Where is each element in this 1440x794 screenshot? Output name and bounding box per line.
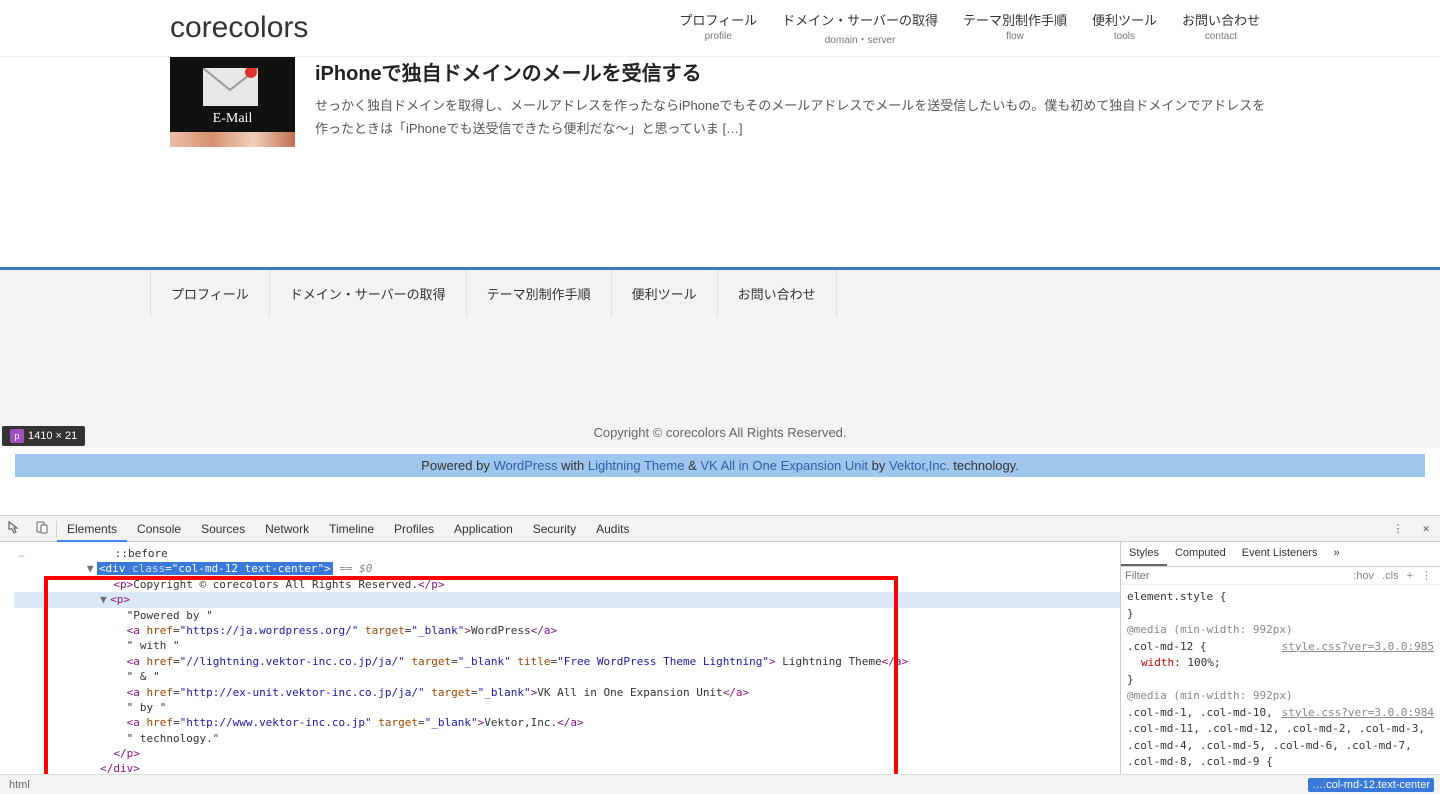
footer-nav-contact[interactable]: お問い合わせ — [718, 270, 837, 317]
tab-audits[interactable]: Audits — [586, 516, 639, 542]
rule-selector: .col-md-8, .col-md-9 { — [1127, 754, 1434, 771]
nav-sublabel: contact — [1182, 31, 1260, 42]
nav-sublabel: domain・server — [782, 31, 938, 46]
styles-tab-computed[interactable]: Computed — [1167, 542, 1234, 566]
dom-text: " & " — [127, 670, 160, 683]
footer-nav-profile[interactable]: プロフィール — [150, 270, 270, 317]
rule-selector: .col-md-4, .col-md-5, .col-md-6, .col-md… — [1127, 738, 1434, 755]
dom-text: " technology." — [127, 732, 220, 745]
tab-profiles[interactable]: Profiles — [384, 516, 444, 542]
footer-nav: プロフィール ドメイン・サーバーの取得 テーマ別制作手順 便利ツール お問い合わ… — [150, 270, 1290, 317]
primary-nav: プロフィール profile ドメイン・サーバーの取得 domain・serve… — [679, 10, 1290, 46]
gap — [0, 483, 1440, 518]
article-card[interactable]: E-Mail iPhoneで独自ドメインのメールを受信する せっかく独自ドメイン… — [170, 57, 1270, 147]
rule-selector: .col-md-12 { — [1127, 640, 1206, 653]
link-wordpress[interactable]: WordPress — [493, 458, 557, 473]
styles-filter-input[interactable] — [1125, 570, 1349, 582]
nav-domain[interactable]: ドメイン・サーバーの取得 domain・server — [782, 10, 938, 46]
rule-close: } — [1127, 606, 1434, 623]
nav-sublabel: flow — [963, 31, 1067, 42]
rule-selector: .col-md-1, .col-md-10, — [1127, 706, 1273, 719]
css-val[interactable]: : 100%; — [1174, 656, 1220, 669]
rule-selector: .col-md-11, .col-md-12, .col-md-2, .col-… — [1127, 721, 1434, 738]
powered-text: Powered by — [421, 458, 493, 473]
powered-text: & — [684, 458, 700, 473]
dom-text: " with " — [127, 639, 180, 652]
envelope-icon — [200, 67, 260, 107]
crumb-html[interactable]: html — [6, 779, 33, 791]
element-size-badge: p 1410 × 21 — [2, 426, 85, 446]
nav-profile[interactable]: プロフィール profile — [679, 10, 757, 46]
site-header: corecolors プロフィール profile ドメイン・サーバーの取得 d… — [0, 0, 1440, 57]
logo[interactable]: corecolors — [150, 11, 308, 45]
styles-tab-listeners[interactable]: Event Listeners — [1234, 542, 1326, 566]
main-content: E-Mail iPhoneで独自ドメインのメールを受信する せっかく独自ドメイン… — [150, 57, 1290, 147]
nav-sublabel: profile — [679, 31, 757, 42]
more-icon[interactable]: ⋮ — [1384, 522, 1412, 535]
nav-contact[interactable]: お問い合わせ contact — [1182, 10, 1260, 46]
nav-label: プロフィール — [679, 10, 757, 29]
footer-nav-tools[interactable]: 便利ツール — [612, 270, 718, 317]
dom-text: " by " — [127, 701, 167, 714]
tab-timeline[interactable]: Timeline — [319, 516, 384, 542]
hov-toggle[interactable]: :hov — [1349, 570, 1378, 582]
nav-label: ドメイン・サーバーの取得 — [782, 10, 938, 29]
styles-rules[interactable]: element.style { } @media (min-width: 992… — [1121, 585, 1440, 774]
tab-application[interactable]: Application — [444, 516, 523, 542]
footer-spacer — [0, 317, 1440, 417]
powered-text: by — [868, 458, 889, 473]
footer-nav-wrap: プロフィール ドメイン・サーバーの取得 テーマ別制作手順 便利ツール お問い合わ… — [0, 270, 1440, 317]
media-query: @media (min-width: 992px) — [1127, 688, 1434, 705]
nav-sublabel: tools — [1092, 31, 1157, 42]
nav-label: お問い合わせ — [1182, 10, 1260, 29]
p-icon: p — [10, 429, 24, 443]
copyright: Copyright © corecolors All Rights Reserv… — [0, 417, 1440, 448]
nav-label: テーマ別制作手順 — [963, 10, 1067, 29]
tab-network[interactable]: Network — [255, 516, 319, 542]
tab-console[interactable]: Console — [127, 516, 191, 542]
devtools-tabs: Elements Console Sources Network Timelin… — [0, 516, 1440, 542]
crumb-active[interactable]: ….col-md-12.text-center — [1308, 778, 1434, 792]
source-link[interactable]: style.css?ver=3.0.0:984 — [1282, 705, 1434, 722]
thumb-strip — [170, 132, 295, 147]
breadcrumb[interactable]: html ….col-md-12.text-center — [0, 774, 1440, 794]
powered-text: with — [558, 458, 588, 473]
nav-flow[interactable]: テーマ別制作手順 flow — [963, 10, 1067, 46]
nav-tools[interactable]: 便利ツール tools — [1092, 10, 1157, 46]
dom-text: "Powered by " — [127, 609, 213, 622]
css-prop[interactable]: width — [1127, 656, 1174, 669]
article-thumbnail: E-Mail — [170, 57, 295, 147]
link-lightning[interactable]: Lightning Theme — [588, 458, 685, 473]
footer-nav-domain[interactable]: ドメイン・サーバーの取得 — [270, 270, 467, 317]
media-query: @media (min-width: 992px) — [1127, 622, 1434, 639]
more-icon[interactable]: ⋮ — [1417, 569, 1436, 582]
devtools-panel: Elements Console Sources Network Timelin… — [0, 515, 1440, 794]
dom-copyright: Copyright © corecolors All Rights Reserv… — [133, 578, 418, 591]
cls-toggle[interactable]: .cls — [1378, 570, 1403, 582]
styles-panel: Styles Computed Event Listeners » :hov .… — [1120, 542, 1440, 774]
footer-nav-flow[interactable]: テーマ別制作手順 — [467, 270, 612, 317]
thumb-label: E-Mail — [170, 111, 295, 127]
inspect-icon[interactable] — [0, 520, 28, 537]
close-icon[interactable]: ✕ — [1412, 522, 1440, 535]
source-link[interactable]: style.css?ver=3.0.0:985 — [1282, 639, 1434, 656]
tab-sources[interactable]: Sources — [191, 516, 255, 542]
article-title[interactable]: iPhoneで独自ドメインのメールを受信する — [315, 57, 1270, 86]
powered-text: technology. — [950, 458, 1019, 473]
device-icon[interactable] — [28, 520, 56, 537]
styles-tab-more-icon[interactable]: » — [1326, 542, 1348, 566]
tab-elements[interactable]: Elements — [57, 516, 127, 542]
powered-by: Powered by WordPress with Lightning Them… — [0, 448, 1440, 483]
tab-security[interactable]: Security — [523, 516, 586, 542]
rule-selector: element.style { — [1127, 589, 1434, 606]
styles-tab-styles[interactable]: Styles — [1121, 542, 1167, 566]
article-excerpt: せっかく独自ドメインを取得し、メールアドレスを作ったならiPhoneでもそのメー… — [315, 94, 1270, 141]
link-vektor[interactable]: Vektor,Inc. — [889, 458, 950, 473]
link-vk[interactable]: VK All in One Expansion Unit — [700, 458, 868, 473]
dom-tree[interactable]: … ::before ▼<div class="col-md-12 text-c… — [0, 542, 1120, 774]
nav-label: 便利ツール — [1092, 10, 1157, 29]
size-text: 1410 × 21 — [28, 430, 77, 442]
add-rule-icon[interactable]: + — [1403, 570, 1417, 582]
